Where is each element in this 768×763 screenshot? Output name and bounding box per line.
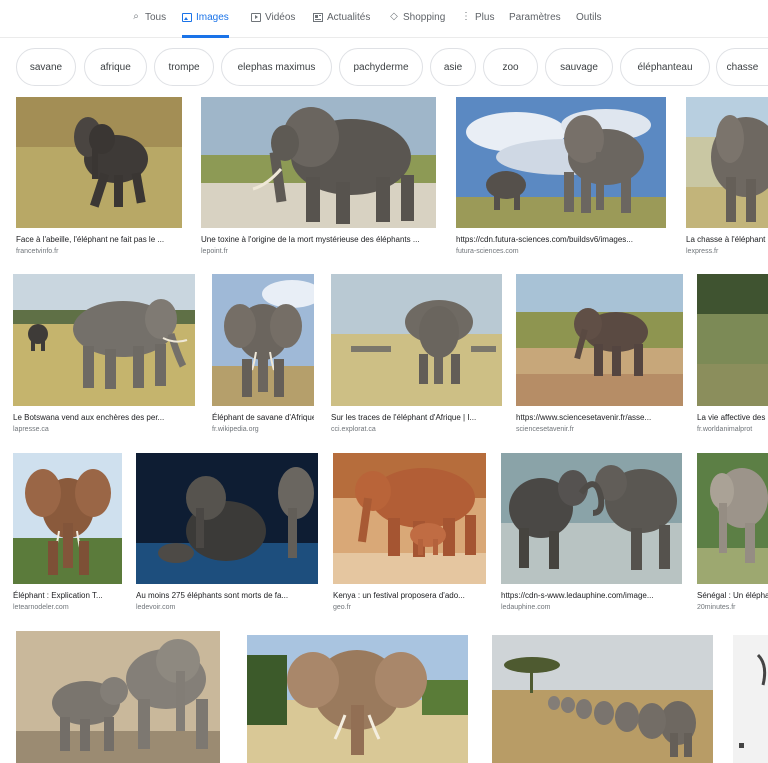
chip[interactable]: sauvage [545, 48, 613, 86]
result-source: sciencesetavenir.fr [516, 426, 574, 433]
result-source: fr.wikipedia.org [212, 426, 259, 433]
image-result[interactable]: https://cdn.futura-sciences.com/buildsv6… [456, 97, 666, 263]
result-source: lexpress.fr [686, 248, 719, 255]
image-result[interactable] [16, 631, 220, 763]
result-caption: Sénégal : Un éléphant [697, 591, 768, 600]
result-source: 20minutes.fr [697, 604, 736, 611]
image-result[interactable]: https://www.sciencesetavenir.fr/asse... … [516, 274, 683, 442]
result-source: lapresse.ca [13, 426, 49, 433]
related-search-chips: savane afrique trompe elephas maximus pa… [0, 48, 768, 88]
thumbnail [492, 635, 713, 763]
result-caption: Au moins 275 éléphants sont morts de fa.… [136, 591, 289, 600]
result-caption: Kenya : un festival proposera d'ado... [333, 591, 465, 600]
search-icon: ⌕ [133, 11, 139, 22]
thumbnail [201, 97, 436, 228]
tab-videos[interactable]: Vidéos [251, 12, 295, 38]
result-source: letearnodeler.com [13, 604, 69, 611]
news-icon [313, 13, 323, 22]
chip[interactable]: zoo [483, 48, 538, 86]
image-result[interactable]: Sénégal : Un éléphant 20minutes.fr [697, 453, 768, 619]
thumbnail [697, 274, 768, 406]
image-result[interactable]: Kenya : un festival proposera d'ado... g… [333, 453, 486, 619]
result-caption: Sur les traces de l'éléphant d'Afrique |… [331, 413, 477, 422]
tab-label: Shopping [403, 12, 446, 23]
image-result[interactable] [247, 635, 468, 763]
image-result[interactable] [492, 635, 713, 763]
thumbnail [136, 453, 318, 584]
tab-outils[interactable]: Outils [576, 12, 602, 38]
result-caption: Éléphant de savane d'Afrique [212, 413, 314, 422]
chip[interactable]: savane [16, 48, 76, 86]
result-caption: La chasse à l'éléphant [686, 235, 766, 244]
result-caption: https://www.sciencesetavenir.fr/asse... [516, 413, 652, 422]
tab-label: Plus [475, 12, 495, 23]
image-result[interactable]: Éléphant : Explication T... letearnodele… [13, 453, 122, 619]
more-vert-icon: ⋮ [461, 11, 471, 22]
tab-label: Vidéos [265, 12, 296, 23]
result-caption: Éléphant : Explication T... [13, 591, 103, 600]
tab-tous[interactable]: ⌕ Tous [131, 12, 166, 38]
thumbnail [212, 274, 314, 406]
chip[interactable]: chasse [716, 48, 768, 86]
thumbnail [516, 274, 683, 406]
thumbnail [331, 274, 502, 406]
tab-plus[interactable]: ⋮ Plus [461, 12, 494, 38]
result-caption: Le Botswana vend aux enchères des per... [13, 413, 165, 422]
tab-actualites[interactable]: Actualités [313, 12, 370, 38]
thumbnail [16, 631, 220, 763]
result-source: ledauphine.com [501, 604, 551, 611]
result-source: fr.worldanimalprot [697, 426, 753, 433]
tab-label: Paramètres [509, 12, 561, 23]
thumbnail [13, 453, 122, 584]
thumbnail [16, 97, 182, 228]
thumbnail [733, 635, 768, 763]
thumbnail [697, 453, 768, 584]
thumbnail [333, 453, 486, 584]
chip[interactable]: asie [430, 48, 476, 86]
image-result[interactable]: La chasse à l'éléphant lexpress.fr [686, 97, 768, 263]
chip[interactable]: pachyderme [339, 48, 423, 86]
videos-icon [251, 13, 261, 22]
tab-label: Outils [576, 12, 602, 23]
image-result[interactable]: Une toxine à l'origine de la mort mystér… [201, 97, 436, 263]
image-result[interactable]: La vie affective des fr.worldanimalprot [697, 274, 768, 442]
image-result[interactable]: Éléphant de savane d'Afrique fr.wikipedi… [212, 274, 314, 442]
result-source: cci.explorat.ca [331, 426, 376, 433]
image-result[interactable]: Sur les traces de l'éléphant d'Afrique |… [331, 274, 502, 442]
tab-parametres[interactable]: Paramètres [509, 12, 561, 38]
tab-label: Actualités [327, 12, 371, 23]
result-caption: https://cdn-s-www.ledauphine.com/image..… [501, 591, 654, 600]
result-source: geo.fr [333, 604, 351, 611]
result-source: francetvinfo.fr [16, 248, 59, 255]
chip[interactable]: afrique [84, 48, 147, 86]
image-result[interactable]: Le Botswana vend aux enchères des per...… [13, 274, 195, 442]
search-tabs-bar: ⌕ Tous Images Vidéos Actualités ◇ Shoppi… [0, 0, 768, 38]
images-icon [182, 13, 192, 22]
shopping-tag-icon: ◇ [390, 11, 398, 22]
result-caption: La vie affective des [697, 413, 766, 422]
chip[interactable]: trompe [154, 48, 214, 86]
tab-shopping[interactable]: ◇ Shopping [389, 12, 445, 38]
image-result[interactable] [733, 635, 768, 763]
result-caption: Face à l'abeille, l'éléphant ne fait pas… [16, 235, 165, 244]
result-source: lepoint.fr [201, 248, 228, 255]
image-result[interactable]: Face à l'abeille, l'éléphant ne fait pas… [16, 97, 182, 263]
thumbnail [13, 274, 195, 406]
image-result[interactable]: Au moins 275 éléphants sont morts de fa.… [136, 453, 318, 619]
chip[interactable]: elephas maximus [221, 48, 332, 86]
result-caption: https://cdn.futura-sciences.com/buildsv6… [456, 235, 633, 244]
tab-label: Tous [145, 12, 167, 23]
tab-label: Images [196, 12, 229, 23]
thumbnail [247, 635, 468, 763]
thumbnail [686, 97, 768, 228]
tab-images[interactable]: Images [182, 12, 229, 38]
result-caption: Une toxine à l'origine de la mort mystér… [201, 235, 420, 244]
result-source: futura-sciences.com [456, 248, 519, 255]
thumbnail [456, 97, 666, 228]
result-source: ledevoir.com [136, 604, 176, 611]
thumbnail [501, 453, 682, 584]
image-result[interactable]: https://cdn-s-www.ledauphine.com/image..… [501, 453, 682, 619]
chip[interactable]: éléphanteau [620, 48, 710, 86]
